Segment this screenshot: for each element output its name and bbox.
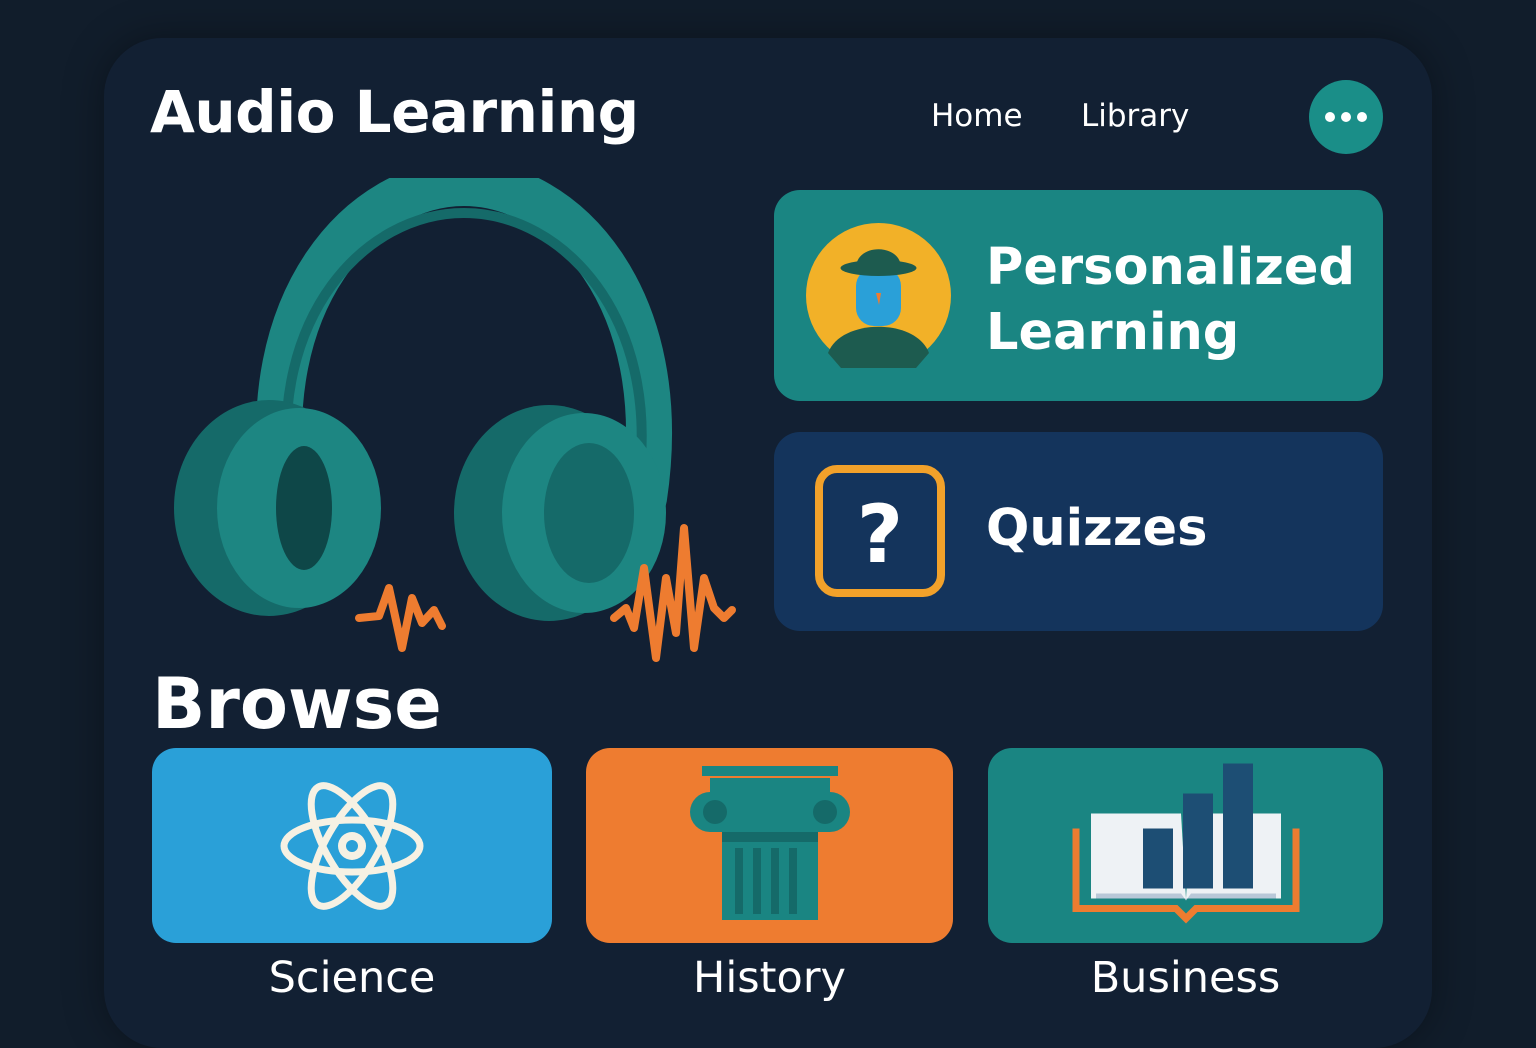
category-tile-science[interactable] (152, 748, 552, 943)
browse-heading: Browse (152, 663, 442, 745)
personalized-learning-label: Personalized Learning (986, 235, 1355, 365)
question-mark-icon: ? (815, 465, 945, 597)
app-title: Audio Learning (150, 78, 639, 146)
person-avatar-icon (806, 223, 951, 368)
category-label-business: Business (1090, 953, 1281, 1003)
more-dot-icon (1341, 112, 1351, 122)
more-dot-icon (1325, 112, 1335, 122)
app-panel: Audio Learning Home Library Personalized… (104, 38, 1432, 1048)
personalized-label-line1: Personalized (986, 238, 1355, 297)
book-chart-icon (1072, 763, 1299, 923)
category-label-history: History (693, 953, 846, 1003)
quizzes-label: Quizzes (986, 499, 1208, 558)
personalized-learning-card[interactable]: Personalized Learning (774, 190, 1383, 401)
category-tile-history[interactable] (586, 748, 953, 943)
more-options-button[interactable] (1309, 80, 1383, 154)
more-dot-icon (1357, 112, 1367, 122)
atom-icon (280, 781, 424, 910)
category-tile-business[interactable] (988, 748, 1383, 943)
svg-text:?: ? (857, 488, 903, 581)
headphones-illustration (174, 178, 736, 662)
nav-library-link[interactable]: Library (1081, 98, 1189, 134)
quizzes-card[interactable]: ? Quizzes (774, 432, 1383, 631)
personalized-label-line2: Learning (986, 303, 1240, 362)
category-label-science: Science (268, 953, 436, 1003)
column-icon (689, 765, 850, 920)
nav-home-link[interactable]: Home (931, 98, 1023, 134)
